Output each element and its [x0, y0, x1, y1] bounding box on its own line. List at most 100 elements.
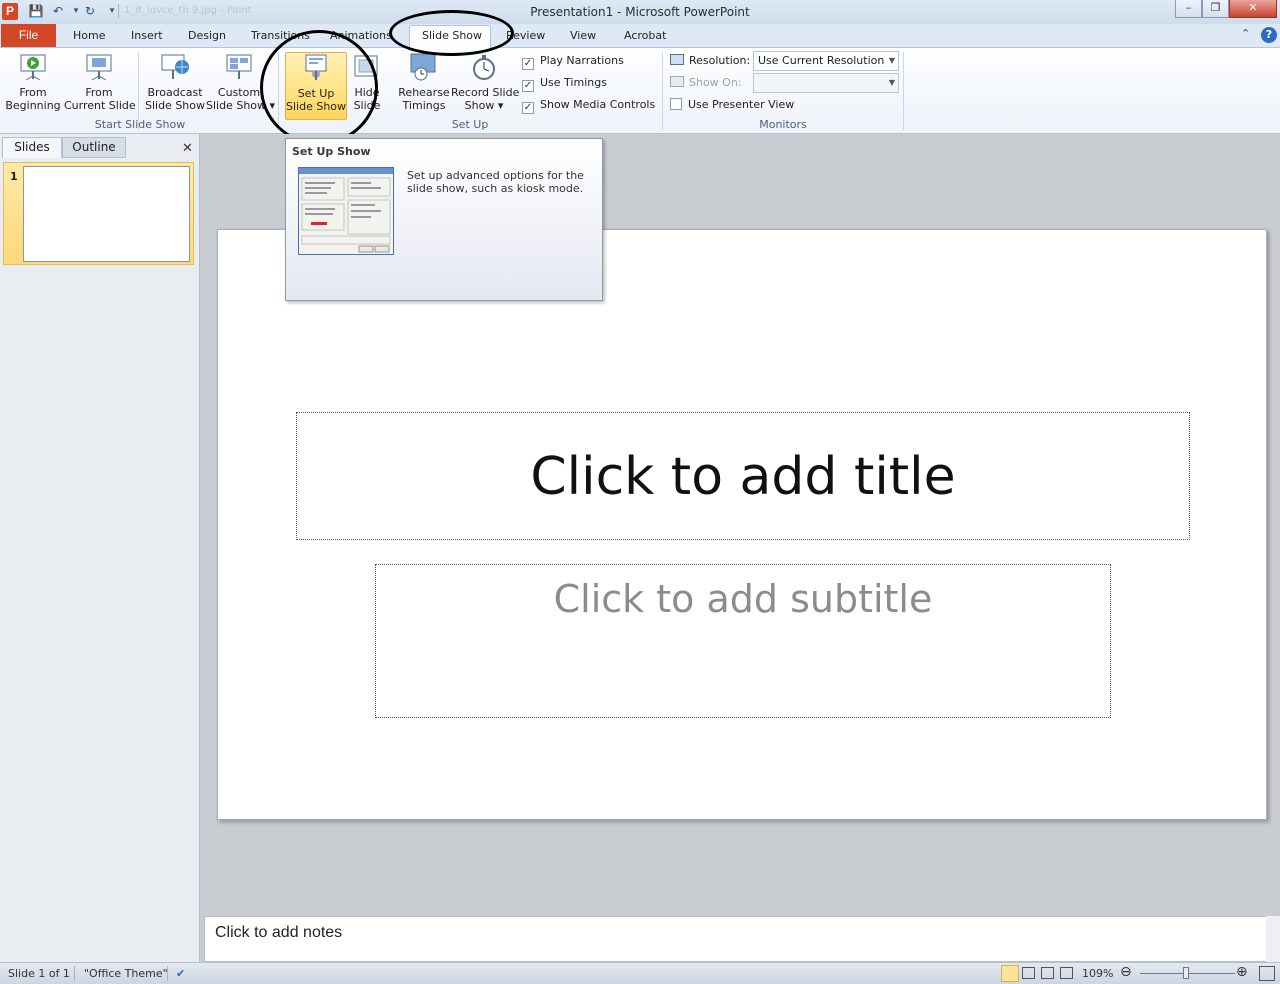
restore-button[interactable]: ❐ — [1202, 0, 1229, 18]
record-slide-show-button[interactable]: Record Slide Show ▾ — [451, 52, 520, 120]
zoom-level[interactable]: 109% — [1082, 967, 1113, 980]
resolution-dropdown[interactable]: Use Current Resolution ▼ — [753, 51, 899, 71]
title-placeholder[interactable]: Click to add title — [296, 412, 1190, 540]
checkbox-checked-icon: ✓ — [522, 80, 534, 92]
monitor-icon — [670, 76, 684, 87]
slide-count-status: Slide 1 of 1 — [8, 967, 70, 980]
from-current-slide-button[interactable]: From Current Slide — [64, 52, 136, 120]
close-button[interactable]: ✕ — [1229, 0, 1277, 18]
group-label-monitors: Monitors — [759, 118, 807, 131]
resolution-value: Use Current Resolution — [758, 54, 885, 67]
tab-home[interactable]: Home — [73, 29, 105, 42]
theme-name-status: "Office Theme" — [84, 967, 168, 980]
use-presenter-view-label: Use Presenter View — [688, 98, 795, 111]
custom-label-1: Custom — [217, 86, 261, 99]
ribbon-tab-bar: File Home Insert Design Transitions Anim… — [0, 24, 1280, 49]
chevron-down-icon: ▼ — [888, 56, 895, 65]
resolution-label-row: Resolution: — [670, 54, 750, 67]
custom-slide-show-button[interactable]: Custom Slide Show ▾ — [206, 52, 275, 120]
tooltip-description: Set up advanced options for the slide sh… — [407, 169, 584, 195]
rehearse-label-1: Rehearse — [398, 86, 450, 99]
tooltip-title: Set Up Show — [292, 145, 371, 158]
minimize-button[interactable]: – — [1175, 0, 1202, 18]
from-beginning-button[interactable]: From Beginning — [4, 52, 62, 120]
zoom-in-icon[interactable]: ⊕ — [1236, 964, 1248, 980]
stopwatch-icon — [469, 52, 499, 82]
tab-slide-show[interactable]: Slide Show — [422, 29, 482, 42]
setup-show-label-2: Slide Show — [286, 100, 347, 113]
use-timings-label: Use Timings — [540, 76, 607, 89]
notes-scrollbar[interactable] — [1266, 916, 1280, 962]
rehearse-label-2: Timings — [402, 99, 446, 112]
slide-number: 1 — [10, 170, 18, 183]
minimize-ribbon-icon[interactable]: ⌃ — [1241, 27, 1250, 40]
hide-slide-button[interactable]: Hide Slide — [349, 52, 385, 120]
show-on-label: Show On: — [689, 76, 742, 89]
record-label-1: Record Slide — [451, 86, 520, 99]
hide-slide-icon — [352, 52, 382, 82]
zoom-out-icon[interactable]: ⊖ — [1120, 964, 1132, 980]
use-presenter-view-checkbox[interactable]: Use Presenter View — [670, 98, 794, 111]
subtitle-placeholder-text: Click to add subtitle — [553, 577, 933, 621]
chevron-down-icon: ▼ — [888, 78, 895, 87]
close-icon[interactable]: ✕ — [182, 141, 193, 156]
from-beginning-label-2: Beginning — [5, 99, 61, 112]
tab-review[interactable]: Review — [506, 29, 545, 42]
slide-sorter-view-icon[interactable] — [1022, 967, 1035, 979]
window-title: Presentation1 - Microsoft PowerPoint — [530, 5, 750, 19]
slides-pane-tabs: Slides Outline ✕ — [0, 137, 200, 158]
show-on-dropdown[interactable]: ▼ — [753, 73, 899, 93]
tab-transitions[interactable]: Transitions — [251, 29, 310, 42]
slide-thumbnail-item[interactable]: 1 — [3, 162, 194, 265]
projector-current-icon — [84, 52, 114, 82]
group-separator — [278, 52, 279, 130]
zoom-slider-thumb[interactable] — [1183, 967, 1189, 979]
tab-animations[interactable]: Animations — [330, 29, 392, 42]
record-label-2: Show ▾ — [464, 99, 504, 112]
subtitle-placeholder[interactable]: Click to add subtitle — [375, 564, 1111, 718]
slide-canvas[interactable]: Click to add title Click to add subtitle — [217, 229, 1267, 820]
group-label-start-slide-show: Start Slide Show — [94, 118, 186, 131]
broadcast-slide-show-button[interactable]: Broadcast Slide Show — [144, 52, 206, 120]
notes-pane[interactable]: Click to add notes — [204, 916, 1268, 962]
tab-view[interactable]: View — [570, 29, 596, 42]
from-beginning-label-1: From — [19, 86, 47, 99]
group-separator — [903, 52, 904, 130]
show-media-controls-checkbox[interactable]: ✓ Show Media Controls — [522, 98, 655, 114]
checkbox-unchecked-icon — [670, 98, 682, 110]
checkbox-checked-icon: ✓ — [522, 102, 534, 114]
setup-show-label-1: Set Up — [297, 87, 335, 100]
broadcast-globe-icon — [160, 52, 190, 82]
resolution-label: Resolution: — [689, 54, 751, 67]
slide-show-view-icon[interactable] — [1060, 967, 1073, 979]
play-narrations-checkbox[interactable]: ✓ Play Narrations — [522, 54, 624, 70]
tab-outline[interactable]: Outline — [62, 137, 126, 158]
show-on-label-row: Show On: — [670, 76, 742, 89]
rehearse-timings-button[interactable]: Rehearse Timings — [398, 52, 450, 120]
tab-file[interactable]: File — [1, 24, 56, 47]
from-current-label-2: Current Slide — [64, 99, 136, 112]
spell-check-icon[interactable]: ✔ — [176, 967, 185, 980]
slides-pane: Slides Outline ✕ 1 — [0, 134, 200, 962]
help-icon[interactable]: ? — [1261, 27, 1277, 43]
title-bar: P 💾 ↶ ▾ ↻ ▾ 1_it_lovce_th 9.jpg - Paint … — [0, 0, 1280, 24]
slide-thumbnail[interactable] — [23, 166, 190, 262]
setup-show-tooltip: Set Up Show Set up advanced options for … — [285, 138, 603, 301]
play-narrations-label: Play Narrations — [540, 54, 624, 67]
tab-slides[interactable]: Slides — [2, 137, 62, 158]
fit-slide-to-window-icon[interactable] — [1259, 966, 1275, 981]
from-current-label-1: From — [85, 86, 113, 99]
status-separator — [167, 966, 168, 981]
use-timings-checkbox[interactable]: ✓ Use Timings — [522, 76, 607, 92]
hide-slide-label-1: Hide — [354, 86, 380, 99]
tab-acrobat[interactable]: Acrobat — [624, 29, 666, 42]
tab-design[interactable]: Design — [188, 29, 226, 42]
show-media-controls-label: Show Media Controls — [540, 98, 656, 111]
group-separator — [662, 52, 663, 130]
tab-insert[interactable]: Insert — [131, 29, 163, 42]
setup-show-icon — [301, 53, 331, 83]
normal-view-icon[interactable] — [1001, 965, 1019, 982]
set-up-slide-show-button[interactable]: Set Up Slide Show — [285, 52, 347, 120]
reading-view-icon[interactable] — [1041, 967, 1054, 979]
hide-slide-label-2: Slide — [353, 99, 381, 112]
